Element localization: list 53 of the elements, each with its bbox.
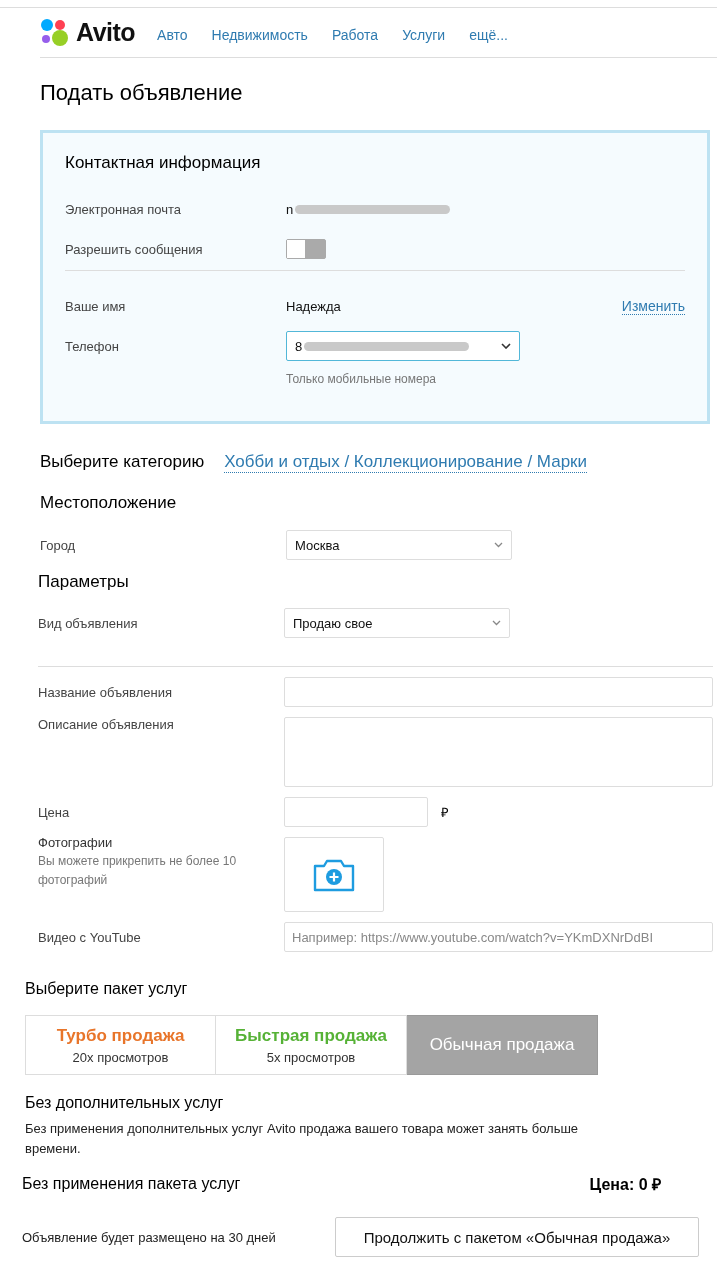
hint-text: Вы можете прикрепить не более 10 фотографий (38, 853, 238, 889)
description-text: Без применения дополнительных услуг Avito продажа вашего товара может занять больше времени. (25, 1120, 580, 1158)
logo-text[interactable]: Avito (76, 18, 136, 47)
nav-link[interactable]: Услуги (402, 27, 446, 43)
hint-text: Только мобильные номера (286, 372, 437, 386)
field-label: Телефон (65, 338, 120, 354)
package-tab[interactable]: Турбо продажа 20x просмотров (25, 1015, 216, 1075)
section-title: Выберите пакет услуг (25, 979, 189, 999)
field-label: Описание объявления (38, 717, 175, 732)
city-select[interactable]: Москва (286, 530, 512, 560)
field-label: Название объявления (38, 684, 174, 700)
continue-button[interactable]: Продолжить с пакетом «Обычная продажа» (335, 1217, 699, 1257)
package-tab[interactable]: Обычная продажа (407, 1015, 598, 1075)
category-label: Выберите категорию (40, 452, 205, 472)
field-label: Ваше имя (65, 298, 127, 314)
field-label: Разрешить сообщения (65, 241, 204, 257)
field-label: Город (40, 537, 77, 553)
input-field[interactable] (284, 677, 713, 707)
photo-upload-button[interactable] (284, 837, 384, 912)
caret-icon (494, 542, 503, 548)
caret-icon (492, 620, 501, 626)
input-field[interactable]: Например: https://www.youtube.com/watch?v=YKmDXNrDdBI (284, 922, 713, 952)
currency-sign: ₽ (441, 804, 449, 821)
page-title: Подать объявление (40, 80, 244, 106)
package-tab[interactable]: Быстрая продажа 5x просмотров (216, 1015, 407, 1075)
phone-select[interactable]: 8 (286, 331, 520, 361)
nav-link[interactable]: Недвижимость (211, 27, 308, 43)
toggle-switch[interactable] (286, 239, 326, 259)
field-label: Электронная почта (65, 201, 182, 217)
type-select[interactable]: Продаю свое (284, 608, 510, 638)
section-title: Параметры (38, 572, 130, 592)
field-label: Фотографии (38, 835, 114, 850)
total-price: Цена: 0 ₽ (589, 1175, 661, 1195)
logo-icon (40, 17, 70, 48)
field-label: Видео с YouTube (38, 929, 142, 945)
field-label: Вид объявления (38, 615, 139, 631)
email-value: n (286, 201, 294, 217)
camera-icon (313, 857, 355, 892)
section-title: Местоположение (40, 493, 178, 513)
duration-text: Объявление будет размещено на 30 дней (22, 1229, 276, 1245)
nav-link[interactable]: ещё... (469, 27, 508, 43)
nav-link[interactable]: Работа (331, 27, 379, 43)
nav-link[interactable]: Авто (157, 27, 188, 43)
caret-icon (501, 343, 511, 349)
change-link[interactable]: Изменить (621, 297, 685, 315)
section-title: Без дополнительных услуг (25, 1093, 225, 1113)
field-label: Цена (38, 804, 71, 820)
description-field[interactable] (284, 717, 713, 787)
name-value: Надежда (286, 298, 341, 314)
section-title: Контактная информация (65, 153, 262, 173)
category-link[interactable]: Хобби и отдых / Коллекционирование / Марки (224, 452, 588, 473)
price-field[interactable] (284, 797, 428, 827)
package-label: Без применения пакета услуг (22, 1175, 241, 1193)
